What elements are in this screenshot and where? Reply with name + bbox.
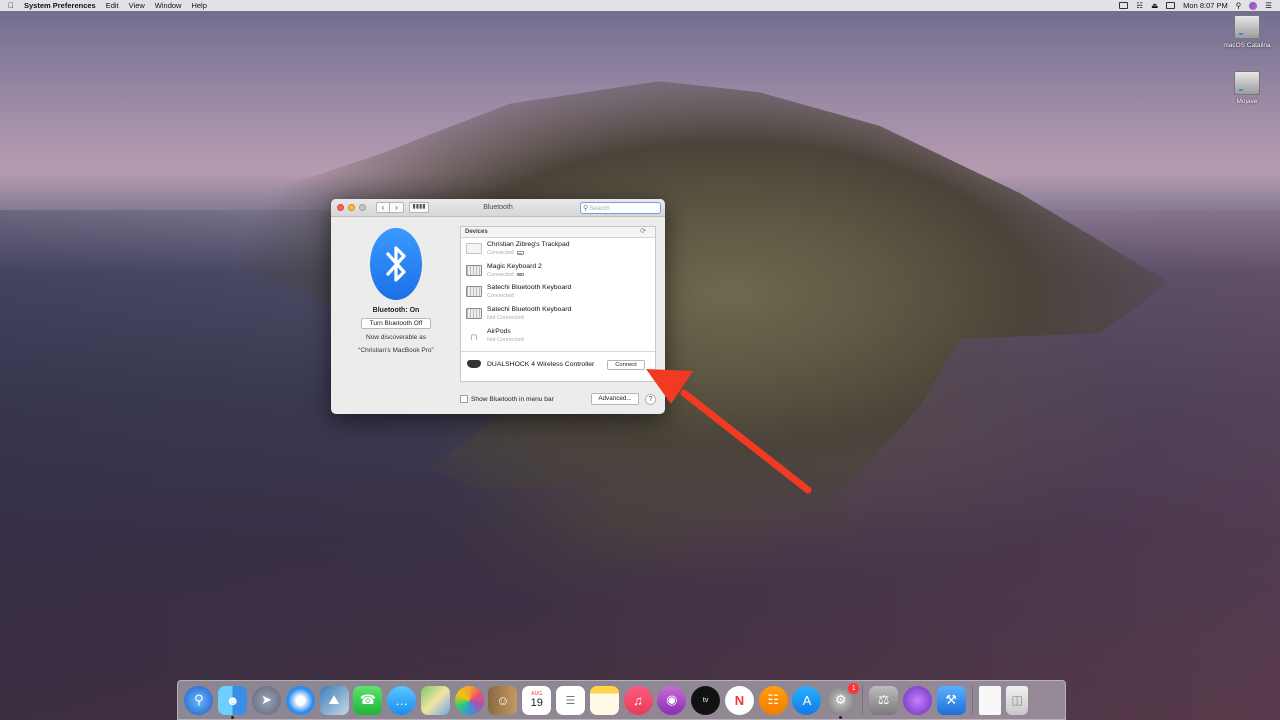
running-indicator — [839, 715, 843, 719]
tv-label: tv — [702, 696, 709, 704]
dock-system-preferences-icon[interactable]: ⚙ 1 — [826, 682, 860, 719]
annotation-arrow — [646, 369, 812, 494]
dock: ⚲ ☻ ➤ ⛰ ☎ … ☺ AUG 19 ☰ ♫ ◉ tv N ☷ A ⚙ 1 ⚖… — [177, 680, 1066, 720]
dock-books-icon[interactable]: ☷ — [758, 685, 788, 715]
dock-xcode-icon[interactable]: ⚒ — [936, 685, 966, 715]
dock-launchpad-icon[interactable]: ➤ — [251, 685, 281, 715]
dock-document-icon[interactable] — [979, 685, 1002, 715]
dock-preview-icon[interactable]: ⛰ — [319, 685, 349, 715]
dock-photos-icon[interactable] — [454, 685, 484, 715]
dock-installer-icon[interactable] — [902, 685, 932, 715]
calendar-day: 19 — [530, 697, 543, 709]
dock-maps-icon[interactable] — [420, 685, 450, 715]
notification-badge: 1 — [848, 682, 860, 694]
dock-calendar-icon[interactable]: AUG 19 — [522, 685, 552, 715]
dock-reminders-icon[interactable]: ☰ — [555, 685, 585, 715]
dock-tv-icon[interactable]: tv — [691, 685, 721, 715]
dock-news-icon[interactable]: N — [724, 685, 754, 715]
dock-separator — [861, 685, 863, 715]
dock-facetime-icon[interactable]: ☎ — [353, 685, 383, 715]
dock-notes-icon[interactable] — [589, 685, 619, 715]
dock-trash-icon[interactable]: ◫ — [1006, 685, 1029, 715]
dock-safari-icon[interactable] — [285, 685, 315, 715]
dock-finder-icon[interactable]: ☻ — [218, 685, 248, 719]
dock-quicklook-icon[interactable]: ⚲ — [184, 685, 214, 715]
dock-messages-icon[interactable]: … — [387, 685, 417, 715]
dock-appstore-icon[interactable]: A — [792, 685, 822, 715]
dock-music-icon[interactable]: ♫ — [623, 685, 653, 715]
dock-separator — [971, 685, 973, 715]
dock-contacts-icon[interactable]: ☺ — [488, 685, 518, 715]
running-indicator — [231, 715, 235, 719]
dock-disk-utility-icon[interactable]: ⚖ — [869, 685, 899, 715]
dock-podcasts-icon[interactable]: ◉ — [657, 685, 687, 715]
